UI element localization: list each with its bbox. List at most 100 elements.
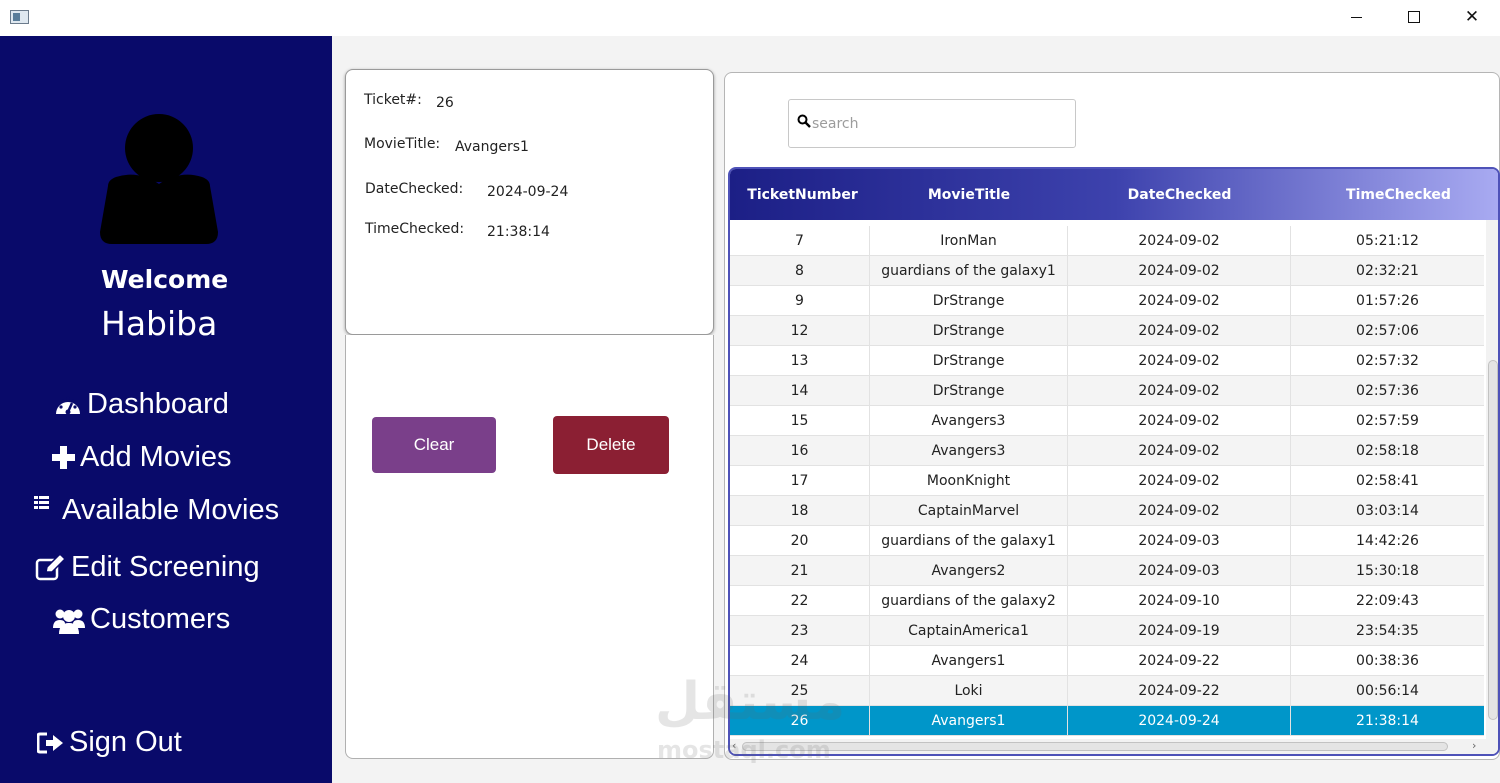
table-row[interactable]: 24 Avangers1 2024-09-22 00:38:36: [730, 646, 1484, 676]
ticket-number-cell: 26: [730, 706, 870, 736]
table-row[interactable]: 18 CaptainMarvel 2024-09-02 03:03:14: [730, 496, 1484, 526]
ticket-number-cell: 8: [730, 256, 870, 286]
horizontal-scrollbar[interactable]: ‹ ›: [730, 739, 1498, 754]
nav-edit-screening[interactable]: Edit Screening: [35, 551, 260, 584]
ticket-number-cell: 9: [730, 286, 870, 316]
column-header-movie-title[interactable]: MovieTitle: [870, 169, 1068, 220]
nav-available-movies-label: Available Movies: [62, 494, 280, 526]
scrollbar-corner: [1484, 739, 1498, 754]
time-checked-cell: 05:21:12: [1356, 233, 1419, 249]
movie-title-cell: Avangers3: [870, 436, 1068, 466]
table-header: TicketNumber MovieTitle DateChecked Time…: [730, 169, 1498, 220]
table-row[interactable]: 8 guardians of the galaxy1 2024-09-02 02:32…: [730, 256, 1484, 286]
time-checked-cell: 03:03:14: [1356, 503, 1419, 519]
time-checked-cell: 02:57:06: [1356, 323, 1419, 339]
ticket-number-cell: 17: [730, 466, 870, 496]
movie-title-cell: DrStrange: [870, 346, 1068, 376]
table-row[interactable]: 12 DrStrange 2024-09-02 02:57:06: [730, 316, 1484, 346]
table-row[interactable]: 21 Avangers2 2024-09-03 15:30:18: [730, 556, 1484, 586]
sign-out-label: Sign Out: [69, 726, 182, 758]
date-checked-cell: 2024-09-02: [1068, 346, 1291, 376]
table-row[interactable]: 9 DrStrange 2024-09-02 01:57:26: [730, 286, 1484, 316]
ticket-number-cell: 23: [730, 616, 870, 646]
vertical-scrollbar[interactable]: [1486, 220, 1498, 741]
scroll-left-icon[interactable]: ‹: [732, 739, 736, 752]
ticket-details-card: Ticket#: 26 MovieTitle: Avangers1 DateCh…: [345, 69, 714, 335]
column-header-date-checked[interactable]: DateChecked: [1068, 169, 1291, 220]
close-icon[interactable]: ✕: [1443, 0, 1500, 34]
nav-add-movies-label: Add Movies: [80, 441, 232, 473]
maximize-icon[interactable]: [1385, 0, 1443, 34]
app-icon: [10, 10, 29, 24]
table-row[interactable]: 20 guardians of the galaxy1 2024-09-03 14:4…: [730, 526, 1484, 556]
ticket-number-cell: 16: [730, 436, 870, 466]
horizontal-scroll-thumb[interactable]: [742, 742, 1448, 751]
table-row[interactable]: 17 MoonKnight 2024-09-02 02:58:41: [730, 466, 1484, 496]
table-row[interactable]: 7 IronMan 2024-09-02 05:21:12: [730, 226, 1484, 256]
table-row[interactable]: 22 guardians of the galaxy2 2024-09-10 22:0…: [730, 586, 1484, 616]
column-header-time-checked[interactable]: TimeChecked: [1291, 169, 1498, 220]
date-checked-cell: 2024-09-10: [1068, 586, 1291, 616]
movie-title-cell: Loki: [870, 676, 1068, 706]
movie-title-cell: CaptainMarvel: [870, 496, 1068, 526]
nav-customers[interactable]: Customers: [52, 603, 230, 636]
plus-icon: [51, 445, 76, 470]
search-box[interactable]: [788, 99, 1076, 148]
ticket-number-cell: 22: [730, 586, 870, 616]
time-checked-cell: 22:09:43: [1356, 593, 1419, 609]
time-checked-cell: 02:58:18: [1356, 443, 1419, 459]
movie-title-cell: IronMan: [870, 226, 1068, 256]
movie-title-cell: guardians of the galaxy2: [870, 586, 1068, 616]
date-checked-value: 2024-09-24: [487, 184, 569, 200]
nav-dashboard-label: Dashboard: [87, 388, 229, 420]
time-checked-label: TimeChecked:: [365, 221, 465, 237]
nav-add-movies[interactable]: Add Movies: [51, 441, 232, 474]
movie-title-cell: DrStrange: [870, 286, 1068, 316]
time-checked-cell: 00:38:36: [1356, 653, 1419, 669]
date-checked-cell: 2024-09-03: [1068, 556, 1291, 586]
ticket-number-cell: 7: [730, 226, 870, 256]
ticket-number-label: Ticket#:: [364, 92, 422, 108]
ticket-number-cell: 15: [730, 406, 870, 436]
sign-out-button[interactable]: Sign Out: [37, 726, 182, 759]
ticket-number-cell: 24: [730, 646, 870, 676]
ticket-number-cell: 20: [730, 526, 870, 556]
movie-title-cell: DrStrange: [870, 376, 1068, 406]
movie-title-cell: guardians of the galaxy1: [870, 256, 1068, 286]
movie-title-cell: Avangers2: [870, 556, 1068, 586]
nav-available-movies[interactable]: Available Movies: [34, 494, 279, 527]
table-row[interactable]: 25 Loki 2024-09-22 00:56:14: [730, 676, 1484, 706]
ticket-number-value: 26: [436, 95, 454, 111]
actions-card: [345, 335, 714, 759]
delete-button[interactable]: Delete: [553, 416, 669, 474]
date-checked-cell: 2024-09-24: [1068, 706, 1291, 736]
column-header-ticket-number[interactable]: TicketNumber: [740, 169, 865, 220]
table-row[interactable]: 23 CaptainAmerica1 2024-09-19 23:54:35: [730, 616, 1484, 646]
minimize-icon[interactable]: [1327, 0, 1385, 34]
vertical-scroll-thumb[interactable]: [1488, 360, 1498, 720]
table-row[interactable]: 16 Avangers3 2024-09-02 02:58:18: [730, 436, 1484, 466]
movie-title-cell: Avangers1: [870, 646, 1068, 676]
table-row[interactable]: 14 DrStrange 2024-09-02 02:57:36: [730, 376, 1484, 406]
sign-out-icon: [37, 731, 65, 755]
time-checked-cell: 02:58:41: [1356, 473, 1419, 489]
movie-title-cell: MoonKnight: [870, 466, 1068, 496]
edit-icon: [35, 554, 67, 581]
tickets-table: TicketNumber MovieTitle DateChecked Time…: [728, 167, 1500, 756]
list-icon: [34, 496, 50, 510]
ticket-number-cell: 13: [730, 346, 870, 376]
table-row[interactable]: 15 Avangers3 2024-09-02 02:57:59: [730, 406, 1484, 436]
table-row[interactable]: 26 Avangers1 2024-09-24 21:38:14: [730, 706, 1484, 736]
ticket-number-cell: 14: [730, 376, 870, 406]
date-checked-cell: 2024-09-02: [1068, 496, 1291, 526]
scroll-right-icon[interactable]: ›: [1472, 739, 1476, 752]
time-checked-cell: 14:42:26: [1356, 533, 1419, 549]
clear-button[interactable]: Clear: [372, 417, 496, 473]
movie-title-cell: guardians of the galaxy1: [870, 526, 1068, 556]
date-checked-cell: 2024-09-02: [1068, 436, 1291, 466]
nav-dashboard[interactable]: Dashboard: [53, 388, 229, 421]
date-checked-cell: 2024-09-02: [1068, 376, 1291, 406]
search-input[interactable]: [812, 115, 1062, 132]
table-row[interactable]: 13 DrStrange 2024-09-02 02:57:32: [730, 346, 1484, 376]
time-checked-cell: 00:56:14: [1356, 683, 1419, 699]
